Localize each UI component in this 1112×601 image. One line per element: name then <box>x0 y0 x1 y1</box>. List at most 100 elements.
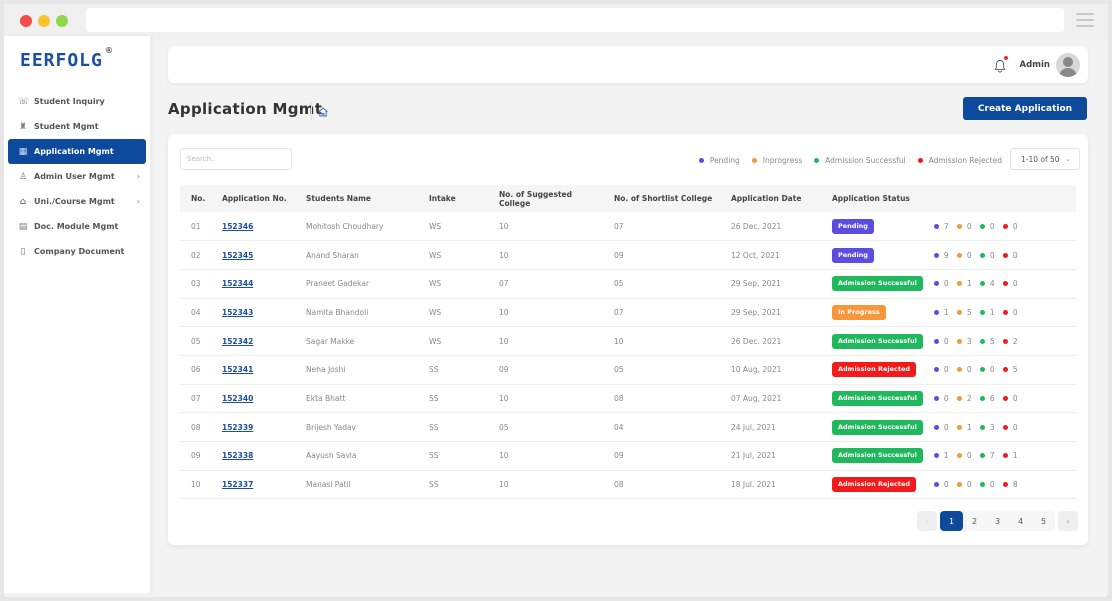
notification-bell-icon[interactable] <box>994 56 1008 73</box>
column-header: Application Date <box>731 194 802 203</box>
table-row[interactable]: 01 152346 Mohitosh Choudhary WS 10 07 26 Dec. … <box>180 212 1076 241</box>
status-badge[interactable]: In Progress <box>832 304 886 320</box>
table-row[interactable]: 02 152345 Anand Sharan WS 10 09 12 Oct, 2021 Pe… <box>180 241 1076 270</box>
table-row[interactable]: 06 152341 Neha Joshi SS 09 05 10 Aug, 2021 Admi… <box>180 355 1076 385</box>
maximize-window-button[interactable] <box>56 15 68 27</box>
count-value: 8 <box>1012 480 1018 490</box>
pagination-page-2[interactable]: 2 <box>963 511 986 531</box>
shortlist-college-count: 05 <box>614 365 624 375</box>
legend-item: Admission Successful <box>814 156 906 165</box>
home-icon[interactable] <box>317 103 329 117</box>
legend-label: Inprogress <box>762 156 803 165</box>
pagination-page-4[interactable]: 4 <box>1009 511 1032 531</box>
status-count: 0 <box>1002 251 1026 260</box>
search-input[interactable] <box>180 148 292 170</box>
application-number-link[interactable]: 152341 <box>222 365 253 374</box>
status-count: 0 <box>933 480 957 489</box>
status-count: 0 <box>979 251 1003 260</box>
status-badge[interactable]: Admission Rejected <box>832 362 917 378</box>
table-row[interactable]: 09 152338 Aayush Savla SS 10 09 21 Jul, 2021 Ad… <box>180 442 1076 471</box>
status-dot-icon <box>1002 395 1008 401</box>
application-number-link[interactable]: 152345 <box>222 251 253 260</box>
pagination-page-5[interactable]: 5 <box>1032 511 1055 531</box>
table-row[interactable]: 10 152337 Manasi Patil SS 10 08 18 Jul. 2021 Ad… <box>180 470 1076 499</box>
per-page-select[interactable]: 1-10 of 50 ⌄ <box>1010 148 1080 170</box>
count-value: 7 <box>989 451 995 461</box>
status-counts-cell: 1 0 7 1 <box>923 442 1076 471</box>
sidebar-item-label: Student Inquiry <box>34 97 105 106</box>
sidebar-item-admin-user-mgmt[interactable]: ♙ Admin User Mgmt › <box>8 164 146 189</box>
application-number-link[interactable]: 152344 <box>222 279 253 288</box>
status-dot-icon <box>933 424 939 430</box>
count-value: 0 <box>1012 221 1018 231</box>
status-badge[interactable]: Admission Successful <box>832 448 923 464</box>
sidebar-item-application-mgmt[interactable]: ▦ Application Mgmt <box>8 139 146 164</box>
student-name: Aayush Savla <box>306 451 357 461</box>
sidebar-item-company-document[interactable]: ▯ Company Document <box>8 239 146 264</box>
close-window-button[interactable] <box>20 15 32 27</box>
table-row[interactable]: 03 152344 Praneet Gadekar WS 07 05 29 Sep, 202… <box>180 269 1076 299</box>
status-count: 3 <box>979 423 1003 432</box>
brand-logo[interactable]: EERFOLG ® <box>20 46 113 72</box>
status-dot-icon <box>979 338 985 344</box>
sidebar-item-doc-module-mgmt[interactable]: ▤ Doc. Module Mgmt <box>8 214 146 239</box>
menu-icon[interactable] <box>1076 13 1094 27</box>
status-counts-cell: 0 1 4 0 <box>923 269 1076 298</box>
logo-text: EERFOLG <box>20 50 103 71</box>
top-bar: Admin <box>168 46 1088 83</box>
create-application-button[interactable]: Create Application <box>963 97 1087 120</box>
sidebar-item-student-mgmt[interactable]: ♜ Student Mgmt <box>8 114 146 139</box>
status-badge[interactable]: Admission Rejected <box>832 477 917 493</box>
intake: WS <box>429 336 442 346</box>
status-dot-icon <box>1002 453 1008 459</box>
intake: SS <box>429 451 439 461</box>
table-row[interactable]: 07 152340 Ekta Bhatt SS 10 08 07 Aug, 2021 Admi… <box>180 384 1076 413</box>
address-bar[interactable] <box>86 8 1064 32</box>
application-number-link[interactable]: 152339 <box>222 423 253 432</box>
application-date: 29 Sep, 2021 <box>731 279 781 289</box>
status-badge[interactable]: Admission Successful <box>832 419 923 435</box>
pagination-page-1[interactable]: 1 <box>940 511 963 531</box>
status-dot-icon <box>979 395 985 401</box>
legend-label: Pending <box>709 156 740 165</box>
status-count: 1 <box>979 308 1003 317</box>
status-counts-cell: 0 0 0 8 <box>923 470 1076 499</box>
sidebar-item-student-inquiry[interactable]: ☏ Student Inquiry <box>8 89 146 114</box>
user-name[interactable]: Admin <box>1020 60 1051 70</box>
status-badge[interactable]: Admission Successful <box>832 390 923 406</box>
table-row[interactable]: 05 152342 Sagar Makke WS 10 10 26 Dec. 2021 Adm… <box>180 327 1076 356</box>
count-value: 0 <box>989 221 995 231</box>
chat-question-icon: ☏ <box>18 96 30 107</box>
sidebar-item-uni-course-mgmt[interactable]: ⌂ Uni./Course Mgmt › <box>8 189 146 214</box>
table-row[interactable]: 08 152339 Brijesh Yadav SS 05 04 24 Jul, 2021 A… <box>180 413 1076 442</box>
pagination-page-3[interactable]: 3 <box>986 511 1009 531</box>
minimize-window-button[interactable] <box>38 15 50 27</box>
application-number-link[interactable]: 152342 <box>222 337 253 346</box>
pagination-prev-button[interactable]: ‹ <box>917 511 937 531</box>
application-icon: ▦ <box>18 146 28 157</box>
status-count: 9 <box>933 251 957 260</box>
status-cell: Admission Successful <box>821 269 923 298</box>
status-count: 7 <box>979 451 1003 461</box>
status-count: 0 <box>1002 308 1026 317</box>
shortlist-college-count: 10 <box>614 336 624 346</box>
table-row[interactable]: 04 152343 Namita Bhandoli WS 10 07 29 Sep, 202… <box>180 298 1076 327</box>
shortlist-college-count: 05 <box>614 279 624 289</box>
status-dot-icon <box>956 424 962 430</box>
application-number-link[interactable]: 152337 <box>222 480 253 489</box>
status-count: 5 <box>979 337 1003 346</box>
row-number: 04 <box>191 307 201 317</box>
pagination-next-button[interactable]: › <box>1058 511 1078 531</box>
status-badge[interactable]: Pending <box>832 247 874 263</box>
status-badge[interactable]: Pending <box>832 218 874 234</box>
status-count: 1 <box>933 308 957 317</box>
user-avatar[interactable] <box>1056 53 1080 77</box>
status-badge[interactable]: Admission Successful <box>832 333 923 349</box>
application-number-link[interactable]: 152343 <box>222 308 253 317</box>
status-badge[interactable]: Admission Successful <box>832 276 923 292</box>
application-number-link[interactable]: 152340 <box>222 394 253 403</box>
status-dot-icon <box>1002 223 1008 229</box>
application-number-link[interactable]: 152338 <box>222 451 253 460</box>
status-dot-icon <box>933 482 939 488</box>
application-number-link[interactable]: 152346 <box>222 222 253 231</box>
